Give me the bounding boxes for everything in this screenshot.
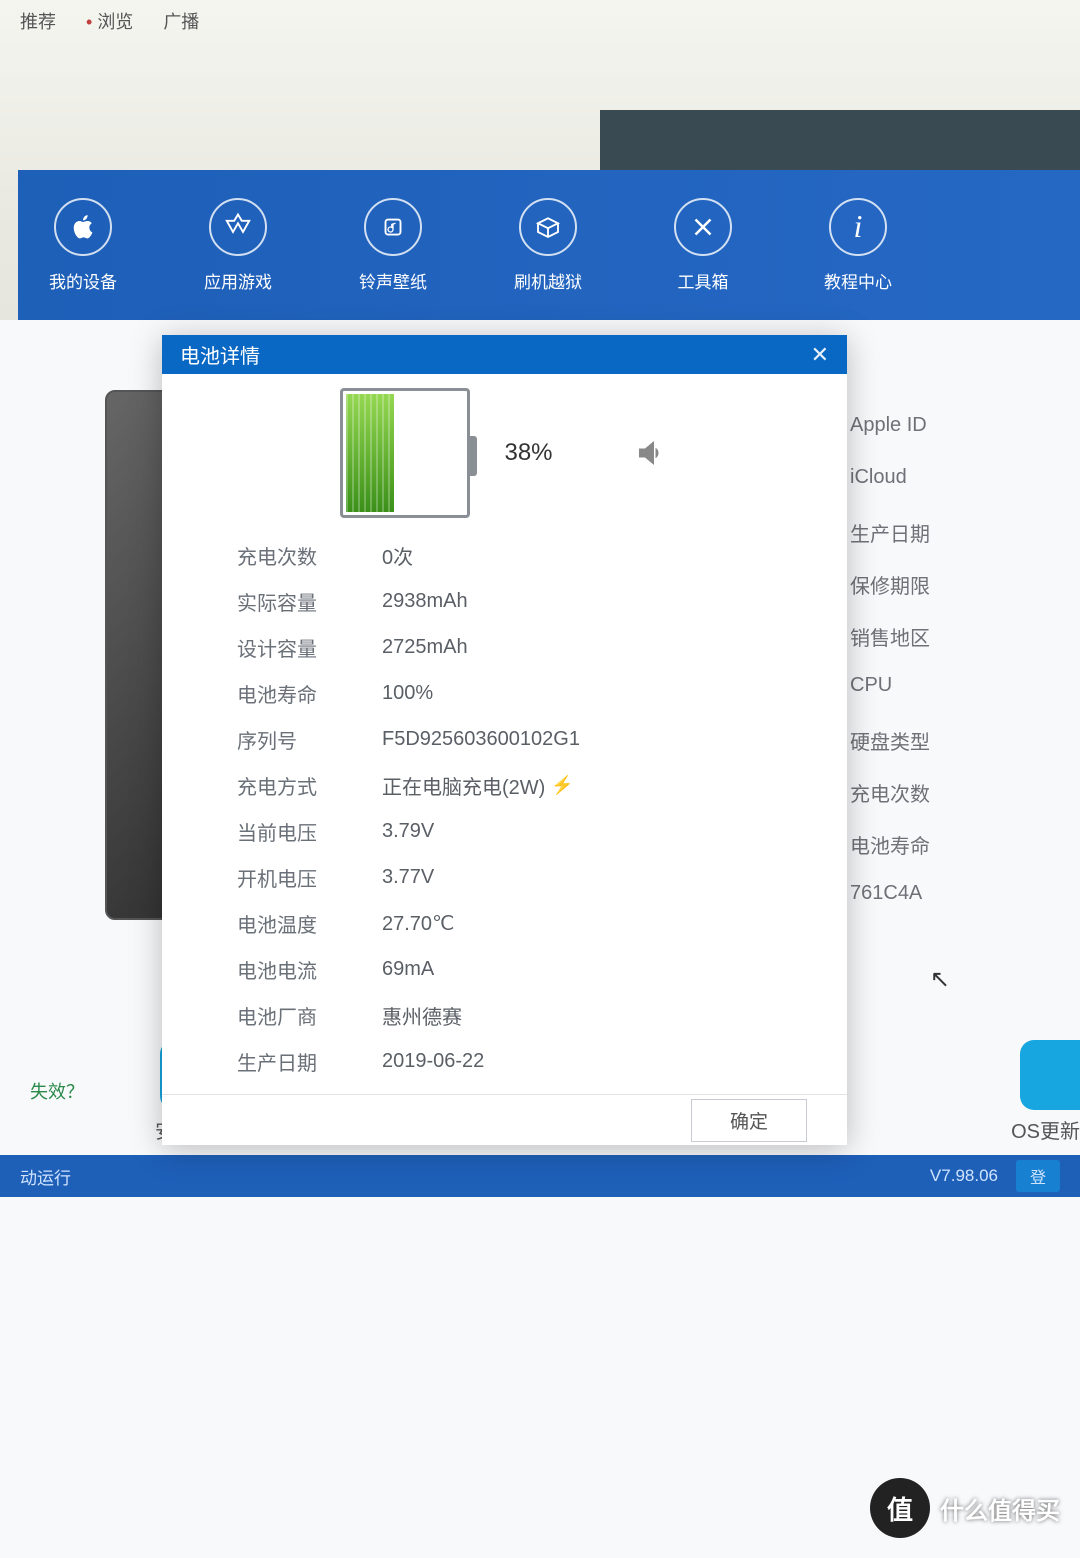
detail-row: 设计容量2725mAh — [237, 624, 787, 670]
detail-label: 实际容量 — [237, 587, 382, 616]
label-appleid: Apple ID — [850, 410, 1080, 462]
detail-value: 3.77V — [382, 866, 434, 889]
watermark-text: 什么值得买 — [940, 1491, 1060, 1526]
nav-label: 工具箱 — [678, 268, 729, 293]
detail-value: 0次 — [382, 541, 413, 570]
battery-visual: 38% — [162, 374, 847, 522]
label-battery-life: 电池寿命 — [850, 826, 1080, 878]
detail-row: 充电次数0次 — [237, 532, 787, 578]
detail-label: 电池电流 — [237, 955, 382, 984]
detail-row: 生产日期2019-06-22 — [237, 1038, 787, 1084]
detail-label: 电池厂商 — [237, 1001, 382, 1030]
nav-label: 铃声壁纸 — [359, 268, 427, 293]
nav-my-device[interactable]: 我的设备 — [28, 198, 138, 293]
nav-label: 我的设备 — [49, 268, 117, 293]
battery-details-modal: 电池详情 ✕ 38% 充电次数0次实际容量2938mAh设计容量2725mAh电… — [162, 335, 847, 1145]
detail-label: 开机电压 — [237, 863, 382, 892]
detail-row: 实际容量2938mAh — [237, 578, 787, 624]
detail-label: 充电次数 — [237, 541, 382, 570]
nav-tools[interactable]: 工具箱 — [648, 198, 758, 293]
nav-label: 应用游戏 — [204, 268, 272, 293]
music-icon — [364, 198, 422, 256]
detail-value: 2019-06-22 — [382, 1050, 484, 1073]
status-run: 动运行 — [20, 1164, 71, 1189]
label-warranty: 保修期限 — [850, 566, 1080, 618]
battery-icon — [340, 388, 470, 518]
login-button[interactable]: 登 — [1016, 1160, 1060, 1192]
nav-label: 教程中心 — [824, 268, 892, 293]
detail-value: 2725mAh — [382, 636, 468, 659]
detail-label: 电池寿命 — [237, 679, 382, 708]
main-toolbar: 我的设备 应用游戏 铃声壁纸 刷机越狱 工具箱 i 教程中心 — [18, 170, 1080, 320]
mouse-cursor: ↖ — [930, 965, 950, 994]
device-info-labels: Apple ID iCloud 生产日期 保修期限 销售地区 CPU 硬盘类型 … — [850, 410, 1080, 930]
app-icon-os[interactable] — [1020, 1040, 1080, 1110]
nav-apps[interactable]: 应用游戏 — [183, 198, 293, 293]
detail-row: 电池厂商惠州德赛 — [237, 992, 787, 1038]
battery-fill — [346, 394, 393, 512]
label-mfg-date: 生产日期 — [850, 514, 1080, 566]
tab-broadcast[interactable]: 广播 — [163, 8, 199, 32]
tools-icon — [674, 198, 732, 256]
label-charge-count: 充电次数 — [850, 774, 1080, 826]
detail-label: 序列号 — [237, 725, 382, 754]
label-serial-tail: 761C4A — [850, 878, 1080, 930]
version-label: V7.98.06 — [930, 1166, 998, 1186]
detail-label: 当前电压 — [237, 817, 382, 846]
detail-row: 电池寿命100% — [237, 670, 787, 716]
detail-row: 序列号F5D925603600102G1 — [237, 716, 787, 762]
detail-row: 电池电流69mA — [237, 946, 787, 992]
nav-ringtones[interactable]: 铃声壁纸 — [338, 198, 448, 293]
detail-label: 生产日期 — [237, 1047, 382, 1076]
label-icloud: iCloud — [850, 462, 1080, 514]
nav-tutorials[interactable]: i 教程中心 — [803, 198, 913, 293]
box-icon — [519, 198, 577, 256]
info-icon: i — [829, 198, 887, 256]
tab-browse[interactable]: • 浏览 — [86, 8, 133, 32]
detail-row: 开机电压3.77V — [237, 854, 787, 900]
battery-details-list: 充电次数0次实际容量2938mAh设计容量2725mAh电池寿命100%序列号F… — [162, 522, 847, 1094]
bg-os-label: OS更新 — [1011, 1115, 1080, 1144]
detail-row: 电池温度27.70℃ — [237, 900, 787, 946]
detail-value: 100% — [382, 682, 433, 705]
tab-recommend[interactable]: 推荐 — [20, 8, 56, 32]
nav-flash[interactable]: 刷机越狱 — [493, 198, 603, 293]
modal-title: 电池详情 — [180, 340, 260, 369]
detail-value: 3.79V — [382, 820, 434, 843]
detail-row: 充电方式正在电脑充电(2W)⚡ — [237, 762, 787, 808]
detail-value: 惠州德赛 — [382, 1001, 462, 1030]
apple-icon — [54, 198, 112, 256]
close-icon[interactable]: ✕ — [811, 342, 829, 368]
status-bar: 动运行 V7.98.06 登 — [0, 1155, 1080, 1197]
detail-value: 正在电脑充电(2W)⚡ — [382, 771, 574, 800]
label-region: 销售地区 — [850, 618, 1080, 670]
detail-value: F5D925603600102G1 — [382, 728, 580, 751]
speaker-icon — [633, 435, 669, 471]
watermark-badge: 值 — [870, 1478, 930, 1538]
label-cpu: CPU — [850, 670, 1080, 722]
detail-value: 2938mAh — [382, 590, 468, 613]
bg-question-text: 失效？ — [30, 1078, 84, 1104]
label-disk: 硬盘类型 — [850, 722, 1080, 774]
browser-tabs: 推荐 • 浏览 广播 — [0, 0, 1080, 40]
ok-button[interactable]: 确定 — [691, 1099, 807, 1142]
apps-icon — [209, 198, 267, 256]
detail-value: 27.70℃ — [382, 911, 455, 936]
detail-label: 电池温度 — [237, 909, 382, 938]
charging-bolt-icon: ⚡ — [551, 775, 573, 796]
detail-label: 设计容量 — [237, 633, 382, 662]
modal-header: 电池详情 ✕ — [162, 335, 847, 374]
background-device-edge — [600, 110, 1080, 170]
watermark: 值 什么值得买 — [870, 1478, 1060, 1538]
nav-label: 刷机越狱 — [514, 268, 582, 293]
detail-row: 当前电压3.79V — [237, 808, 787, 854]
modal-footer: 确定 — [162, 1094, 847, 1145]
battery-percent: 38% — [504, 439, 552, 467]
detail-label: 充电方式 — [237, 771, 382, 800]
detail-value: 69mA — [382, 958, 434, 981]
